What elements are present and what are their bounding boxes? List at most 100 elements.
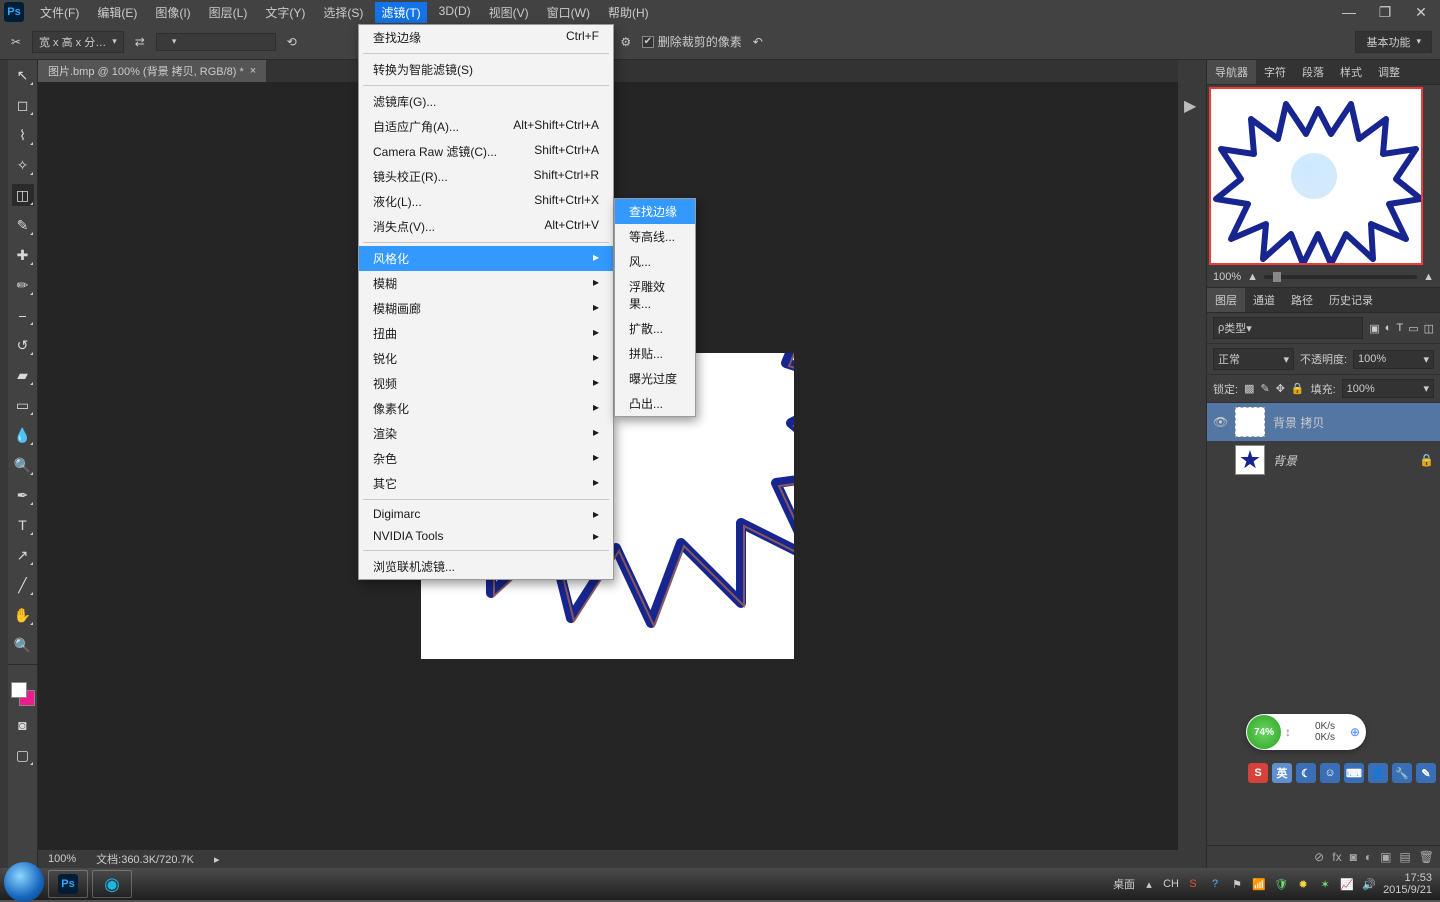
show-desktop-label[interactable]: 桌面 <box>1113 876 1135 892</box>
ime-keyboard-icon[interactable]: ⌨ <box>1344 763 1364 783</box>
color-swatches[interactable] <box>11 682 35 706</box>
visibility-eye-icon[interactable]: 👁 <box>1213 415 1227 429</box>
layer-thumbnail[interactable] <box>1235 445 1265 475</box>
layer-panel-tab[interactable]: 通道 <box>1245 288 1283 312</box>
tray-action-center-icon[interactable]: ⚑ <box>1229 876 1245 892</box>
ime-logo-icon[interactable]: S <box>1248 763 1268 783</box>
filter-menu-item[interactable]: 镜头校正(R)...Shift+Ctrl+R <box>359 164 613 189</box>
layer-mask-icon[interactable]: ◙ <box>1350 850 1357 864</box>
close-tab-icon[interactable]: × <box>250 65 256 77</box>
marquee-tool[interactable]: ◻ <box>12 94 34 116</box>
filter-type-icon[interactable]: T <box>1396 322 1403 335</box>
close-button[interactable]: ✕ <box>1410 5 1432 19</box>
swap-icon[interactable]: ⇄ <box>132 34 148 50</box>
move-tool[interactable]: ↖ <box>12 64 34 86</box>
filter-adjust-icon[interactable]: ◐ <box>1385 322 1392 335</box>
dodge-tool[interactable]: 🔍 <box>12 454 34 476</box>
tray-expand-icon[interactable]: ▴ <box>1141 876 1157 892</box>
new-layer-icon[interactable]: ▤ <box>1399 850 1410 864</box>
filter-menu-item[interactable]: 渲染 <box>359 421 613 446</box>
panel-tab[interactable]: 样式 <box>1332 60 1370 84</box>
foreground-color-swatch[interactable] <box>11 682 27 698</box>
layer-kind-filter[interactable]: ρ 类型 ▾ <box>1213 317 1363 339</box>
panel-tab[interactable]: 调整 <box>1370 60 1408 84</box>
stylize-submenu-item[interactable]: 等高线... <box>615 224 695 249</box>
tray-shield-icon[interactable]: 🛡 <box>1273 876 1289 892</box>
zoom-tool[interactable]: 🔍 <box>12 634 34 656</box>
tray-lang-indicator[interactable]: CH <box>1163 876 1179 892</box>
delete-cropped-checkbox[interactable]: ✔ 删除裁剪的像素 <box>642 33 742 50</box>
filter-shape-icon[interactable]: ▭ <box>1408 322 1418 335</box>
filter-menu-item[interactable]: 滤镜库(G)... <box>359 89 613 114</box>
maximize-button[interactable]: ❐ <box>1374 5 1396 19</box>
clock[interactable]: 17:53 2015/9/21 <box>1383 872 1436 896</box>
status-flyout-icon[interactable]: ▸ <box>214 853 220 866</box>
actions-play-icon[interactable]: ▶ <box>1184 96 1196 116</box>
filter-menu-item[interactable]: 浏览联机滤镜... <box>359 554 613 579</box>
filter-menu-item[interactable]: 风格化 <box>359 246 613 271</box>
status-zoom[interactable]: 100% <box>48 853 76 865</box>
stylize-submenu-item[interactable]: 凸出... <box>615 391 695 416</box>
menu-文件[interactable]: 文件(F) <box>34 2 85 23</box>
filter-menu-item[interactable]: 液化(L)...Shift+Ctrl+X <box>359 189 613 214</box>
layer-row[interactable]: 背景🔒 <box>1207 441 1440 479</box>
ime-face-icon[interactable]: ☺ <box>1320 763 1340 783</box>
menu-图像[interactable]: 图像(I) <box>149 2 196 23</box>
ime-lang-button[interactable]: 英 <box>1272 763 1292 783</box>
stylize-submenu-item[interactable]: 查找边缘 <box>615 199 695 224</box>
filter-menu-item[interactable]: 其它 <box>359 471 613 496</box>
lasso-tool[interactable]: ⌇ <box>12 124 34 146</box>
quick-mask-icon[interactable]: ◙ <box>12 714 34 736</box>
menu-滤镜[interactable]: 滤镜(T) <box>375 2 426 23</box>
tray-sogou-icon[interactable]: S <box>1185 876 1201 892</box>
filter-menu-item[interactable]: 转换为智能滤镜(S) <box>359 57 613 82</box>
status-doc-info[interactable]: 文档:360.3K/720.7K <box>96 851 194 867</box>
menu-视图[interactable]: 视图(V) <box>483 2 535 23</box>
layer-panel-tab[interactable]: 图层 <box>1207 288 1245 312</box>
adjustment-layer-icon[interactable]: ◐ <box>1365 850 1372 864</box>
workspace-switcher[interactable]: 基本功能 <box>1355 31 1432 53</box>
tray-help-icon[interactable]: ? <box>1207 876 1223 892</box>
layer-row[interactable]: 👁 背景 拷贝 <box>1207 403 1440 441</box>
eraser-tool[interactable]: ▰ <box>12 364 34 386</box>
zoom-out-icon[interactable]: ▲ <box>1247 271 1258 283</box>
filter-image-icon[interactable]: ▣ <box>1369 322 1379 335</box>
ime-user-icon[interactable]: 👤 <box>1368 763 1388 783</box>
blend-mode-dropdown[interactable]: 正常▾ <box>1213 348 1294 370</box>
layer-thumbnail[interactable] <box>1235 407 1265 437</box>
crop-preset-dropdown[interactable] <box>156 33 276 51</box>
panel-tab[interactable]: 段落 <box>1294 60 1332 84</box>
stylize-submenu-item[interactable]: 曝光过度 <box>615 366 695 391</box>
ime-toolbar[interactable]: S 英 ☾ ☺ ⌨ 👤 🔧 ✎ <box>1248 762 1436 784</box>
filter-menu-item[interactable]: Camera Raw 滤镜(C)...Shift+Ctrl+A <box>359 139 613 164</box>
tray-network-icon[interactable]: 📈 <box>1339 876 1355 892</box>
filter-menu-item[interactable]: 像素化 <box>359 396 613 421</box>
menu-编辑[interactable]: 编辑(E) <box>91 2 143 23</box>
filter-menu-item[interactable]: 杂色 <box>359 446 613 471</box>
menu-文字[interactable]: 文字(Y) <box>259 2 311 23</box>
filter-smart-icon[interactable]: ◫ <box>1424 322 1434 335</box>
reset-crop-icon[interactable]: ↶ <box>750 34 766 50</box>
lock-image-icon[interactable]: ✎ <box>1260 382 1269 395</box>
layer-panel-tab[interactable]: 路径 <box>1283 288 1321 312</box>
layer-name[interactable]: 背景 拷贝 <box>1273 414 1324 431</box>
zoom-in-icon[interactable]: ▲ <box>1423 271 1434 283</box>
menu-窗口[interactable]: 窗口(W) <box>541 2 596 23</box>
panel-tab[interactable]: 导航器 <box>1207 60 1256 84</box>
link-layers-icon[interactable]: ⊘ <box>1314 850 1324 864</box>
healing-brush-tool[interactable]: ✚ <box>12 244 34 266</box>
tray-wifi-icon[interactable]: 📶 <box>1251 876 1267 892</box>
menu-选择[interactable]: 选择(S) <box>317 2 369 23</box>
clone-stamp-tool[interactable]: ⎯ <box>12 304 34 326</box>
menu-3D[interactable]: 3D(D) <box>433 2 477 23</box>
shape-tool[interactable]: ╱ <box>12 574 34 596</box>
magic-wand-tool[interactable]: ✧ <box>12 154 34 176</box>
gradient-tool[interactable]: ▭ <box>12 394 34 416</box>
menu-图层[interactable]: 图层(L) <box>203 2 254 23</box>
filter-menu-item[interactable]: 视频 <box>359 371 613 396</box>
panel-tab[interactable]: 字符 <box>1256 60 1294 84</box>
layer-panel-tab[interactable]: 历史记录 <box>1321 288 1381 312</box>
filter-menu-item[interactable]: 模糊 <box>359 271 613 296</box>
document-tab[interactable]: 图片.bmp @ 100% (背景 拷贝, RGB/8) * × <box>38 60 266 82</box>
gear-icon[interactable]: ⚙ <box>618 34 634 50</box>
